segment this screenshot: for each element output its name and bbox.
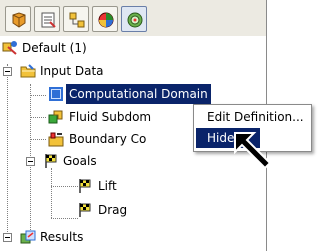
tree-item-label: Default (1) <box>22 41 87 55</box>
configuration-manager-button[interactable] <box>63 6 89 32</box>
boundary-conditions-icon <box>48 132 64 147</box>
tree-item-boundary-conditions[interactable]: Boundary Co <box>0 129 200 149</box>
tree-item-label: Fluid Subdom <box>69 110 152 124</box>
appearance-button[interactable] <box>92 6 118 32</box>
tree-item-goals[interactable]: Goals <box>0 151 200 171</box>
configuration-manager-icon <box>69 12 85 28</box>
property-manager-icon <box>41 12 56 28</box>
tree-item-computational-domain[interactable]: Computational Domain <box>0 84 260 104</box>
property-manager-button[interactable] <box>34 6 60 32</box>
computational-domain-icon <box>49 87 63 101</box>
analysis-tree-icon <box>127 12 143 28</box>
tree-item-label: Boundary Co <box>69 132 147 146</box>
tree-item-label: Input Data <box>40 64 104 78</box>
tree-item-label: Lift <box>98 179 117 193</box>
feature-manager-icon <box>12 12 26 28</box>
analysis-tree-button[interactable] <box>121 6 147 32</box>
panel-toolbar <box>0 0 266 36</box>
tree-item-label: Goals <box>63 154 97 168</box>
feature-manager-button[interactable] <box>5 6 31 32</box>
appearance-icon <box>98 12 114 28</box>
configuration-icon <box>2 41 17 55</box>
tree-item-default[interactable]: Default (1) <box>0 38 260 58</box>
menu-item-edit-definition[interactable]: Edit Definition... <box>196 107 308 127</box>
tree-item-input-data[interactable]: Input Data <box>0 61 260 81</box>
tree-item-fluid-subdomains[interactable]: Fluid Subdom <box>0 107 200 127</box>
results-icon <box>20 230 36 244</box>
tree-item-label: Computational Domain <box>66 84 211 104</box>
tree-item-results[interactable]: Results <box>0 227 200 247</box>
menu-item-label: Hide <box>207 131 235 145</box>
tree-item-label: Drag <box>98 203 128 217</box>
fluid-subdomain-icon <box>48 110 63 124</box>
tree-item-drag[interactable]: Drag <box>0 200 200 220</box>
mouse-pointer-icon <box>234 132 272 170</box>
menu-item-label: Edit Definition... <box>207 110 304 124</box>
folder-icon <box>20 64 36 78</box>
tree-item-label: Results <box>40 230 84 244</box>
tree-item-lift[interactable]: Lift <box>0 176 200 196</box>
goal-flag-icon <box>79 179 91 193</box>
goal-flag-icon <box>79 203 91 217</box>
goals-icon <box>45 154 57 168</box>
